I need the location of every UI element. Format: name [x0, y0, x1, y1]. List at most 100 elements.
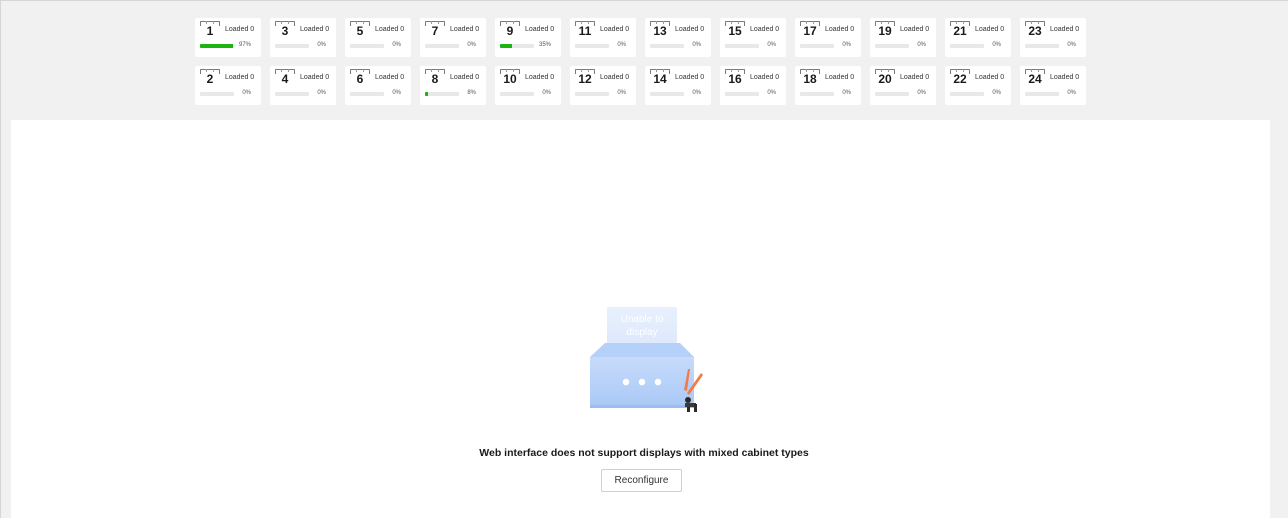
illustration-caption-line1: Unable to — [621, 314, 664, 325]
port-progress-bar — [1025, 92, 1059, 96]
port-number: 22 — [950, 69, 970, 86]
port-progress-bar — [425, 44, 459, 48]
port-progress-bar — [575, 92, 609, 96]
port-loaded-label: Loaded 0 — [600, 26, 630, 33]
port-card-13[interactable]: 13 Loaded 0 0% — [645, 18, 711, 57]
port-loaded-label: Loaded 0 — [300, 74, 330, 81]
port-loaded-label: Loaded 0 — [750, 74, 780, 81]
port-card-12[interactable]: 12 Loaded 0 0% — [570, 66, 636, 105]
port-number: 4 — [275, 69, 295, 86]
port-loaded-label: Loaded 0 — [1050, 74, 1080, 81]
port-progress-bar — [650, 92, 684, 96]
port-loaded-label: Loaded 0 — [300, 26, 330, 33]
port-card-23[interactable]: 23 Loaded 0 0% — [1020, 18, 1086, 57]
port-percent: 0% — [617, 90, 626, 96]
port-progress-bar — [1025, 44, 1059, 48]
port-card-19[interactable]: 19 Loaded 0 0% — [870, 18, 936, 57]
port-card-3[interactable]: 3 Loaded 0 0% — [270, 18, 336, 57]
port-card-1[interactable]: 1 Loaded 0 97% — [195, 18, 261, 57]
port-progress-fill — [500, 44, 512, 48]
port-number: 19 — [875, 21, 895, 38]
port-card-16[interactable]: 16 Loaded 0 0% — [720, 66, 786, 105]
port-progress-bar — [875, 44, 909, 48]
port-card-14[interactable]: 14 Loaded 0 0% — [645, 66, 711, 105]
port-card-10[interactable]: 10 Loaded 0 0% — [495, 66, 561, 105]
port-loaded-label: Loaded 0 — [450, 74, 480, 81]
port-number: 20 — [875, 69, 895, 86]
port-progress-bar — [875, 92, 909, 96]
port-percent: 35% — [538, 42, 551, 48]
port-progress-bar — [575, 44, 609, 48]
port-card-9[interactable]: 9 Loaded 0 35% — [495, 18, 561, 57]
port-card-15[interactable]: 15 Loaded 0 0% — [720, 18, 786, 57]
port-number: 23 — [1025, 21, 1045, 38]
port-strip: 1 Loaded 0 97% 3 Loaded 0 0% 5 Loaded 0 0% 7 Loade… — [195, 18, 1086, 114]
port-number: 18 — [800, 69, 820, 86]
port-progress-fill — [425, 92, 428, 96]
port-percent: 0% — [1067, 90, 1076, 96]
port-percent: 0% — [992, 90, 1001, 96]
port-card-17[interactable]: 17 Loaded 0 0% — [795, 18, 861, 57]
port-progress-fill — [200, 44, 233, 48]
port-percent: 0% — [692, 42, 701, 48]
port-loaded-label: Loaded 0 — [375, 74, 405, 81]
port-number: 2 — [200, 69, 220, 86]
port-percent: 0% — [617, 42, 626, 48]
port-card-18[interactable]: 18 Loaded 0 0% — [795, 66, 861, 105]
port-card-20[interactable]: 20 Loaded 0 0% — [870, 66, 936, 105]
port-loaded-label: Loaded 0 — [900, 26, 930, 33]
port-card-6[interactable]: 6 Loaded 0 0% — [345, 66, 411, 105]
port-number: 9 — [500, 21, 520, 38]
port-progress-bar — [725, 92, 759, 96]
port-loaded-label: Loaded 0 — [225, 74, 255, 81]
port-loaded-label: Loaded 0 — [675, 74, 705, 81]
port-number: 11 — [575, 21, 595, 38]
port-progress-bar — [800, 44, 834, 48]
port-card-11[interactable]: 11 Loaded 0 0% — [570, 18, 636, 57]
port-percent: 0% — [542, 90, 551, 96]
port-card-22[interactable]: 22 Loaded 0 0% — [945, 66, 1011, 105]
port-loaded-label: Loaded 0 — [750, 26, 780, 33]
port-loaded-label: Loaded 0 — [675, 26, 705, 33]
port-loaded-label: Loaded 0 — [975, 74, 1005, 81]
reconfigure-button[interactable]: Reconfigure — [601, 469, 682, 492]
port-progress-bar — [350, 44, 384, 48]
port-number: 12 — [575, 69, 595, 86]
port-card-8[interactable]: 8 Loaded 0 8% — [420, 66, 486, 105]
port-number: 17 — [800, 21, 820, 38]
port-progress-bar — [950, 44, 984, 48]
port-progress-bar — [950, 92, 984, 96]
port-loaded-label: Loaded 0 — [450, 26, 480, 33]
port-percent: 0% — [1067, 42, 1076, 48]
port-card-2[interactable]: 2 Loaded 0 0% — [195, 66, 261, 105]
port-number: 6 — [350, 69, 370, 86]
port-number: 21 — [950, 21, 970, 38]
port-progress-bar — [200, 92, 234, 96]
port-progress-bar — [200, 44, 234, 48]
port-percent: 0% — [392, 90, 401, 96]
port-card-4[interactable]: 4 Loaded 0 0% — [270, 66, 336, 105]
port-progress-bar — [500, 92, 534, 96]
port-progress-bar — [425, 92, 459, 96]
port-card-7[interactable]: 7 Loaded 0 0% — [420, 18, 486, 57]
port-progress-bar — [650, 44, 684, 48]
port-percent: 0% — [392, 42, 401, 48]
port-loaded-label: Loaded 0 — [525, 74, 555, 81]
port-number: 15 — [725, 21, 745, 38]
port-card-21[interactable]: 21 Loaded 0 0% — [945, 18, 1011, 57]
port-number: 13 — [650, 21, 670, 38]
port-card-5[interactable]: 5 Loaded 0 0% — [345, 18, 411, 57]
port-number: 24 — [1025, 69, 1045, 86]
port-percent: 0% — [842, 90, 851, 96]
port-loaded-label: Loaded 0 — [1050, 26, 1080, 33]
port-percent: 0% — [242, 90, 251, 96]
port-number: 10 — [500, 69, 520, 86]
port-percent: 97% — [238, 42, 251, 48]
port-progress-bar — [500, 44, 534, 48]
port-percent: 0% — [317, 90, 326, 96]
port-percent: 0% — [467, 42, 476, 48]
illustration-caption-line2: display — [626, 327, 657, 338]
port-progress-bar — [275, 92, 309, 96]
port-percent: 0% — [842, 42, 851, 48]
port-card-24[interactable]: 24 Loaded 0 0% — [1020, 66, 1086, 105]
